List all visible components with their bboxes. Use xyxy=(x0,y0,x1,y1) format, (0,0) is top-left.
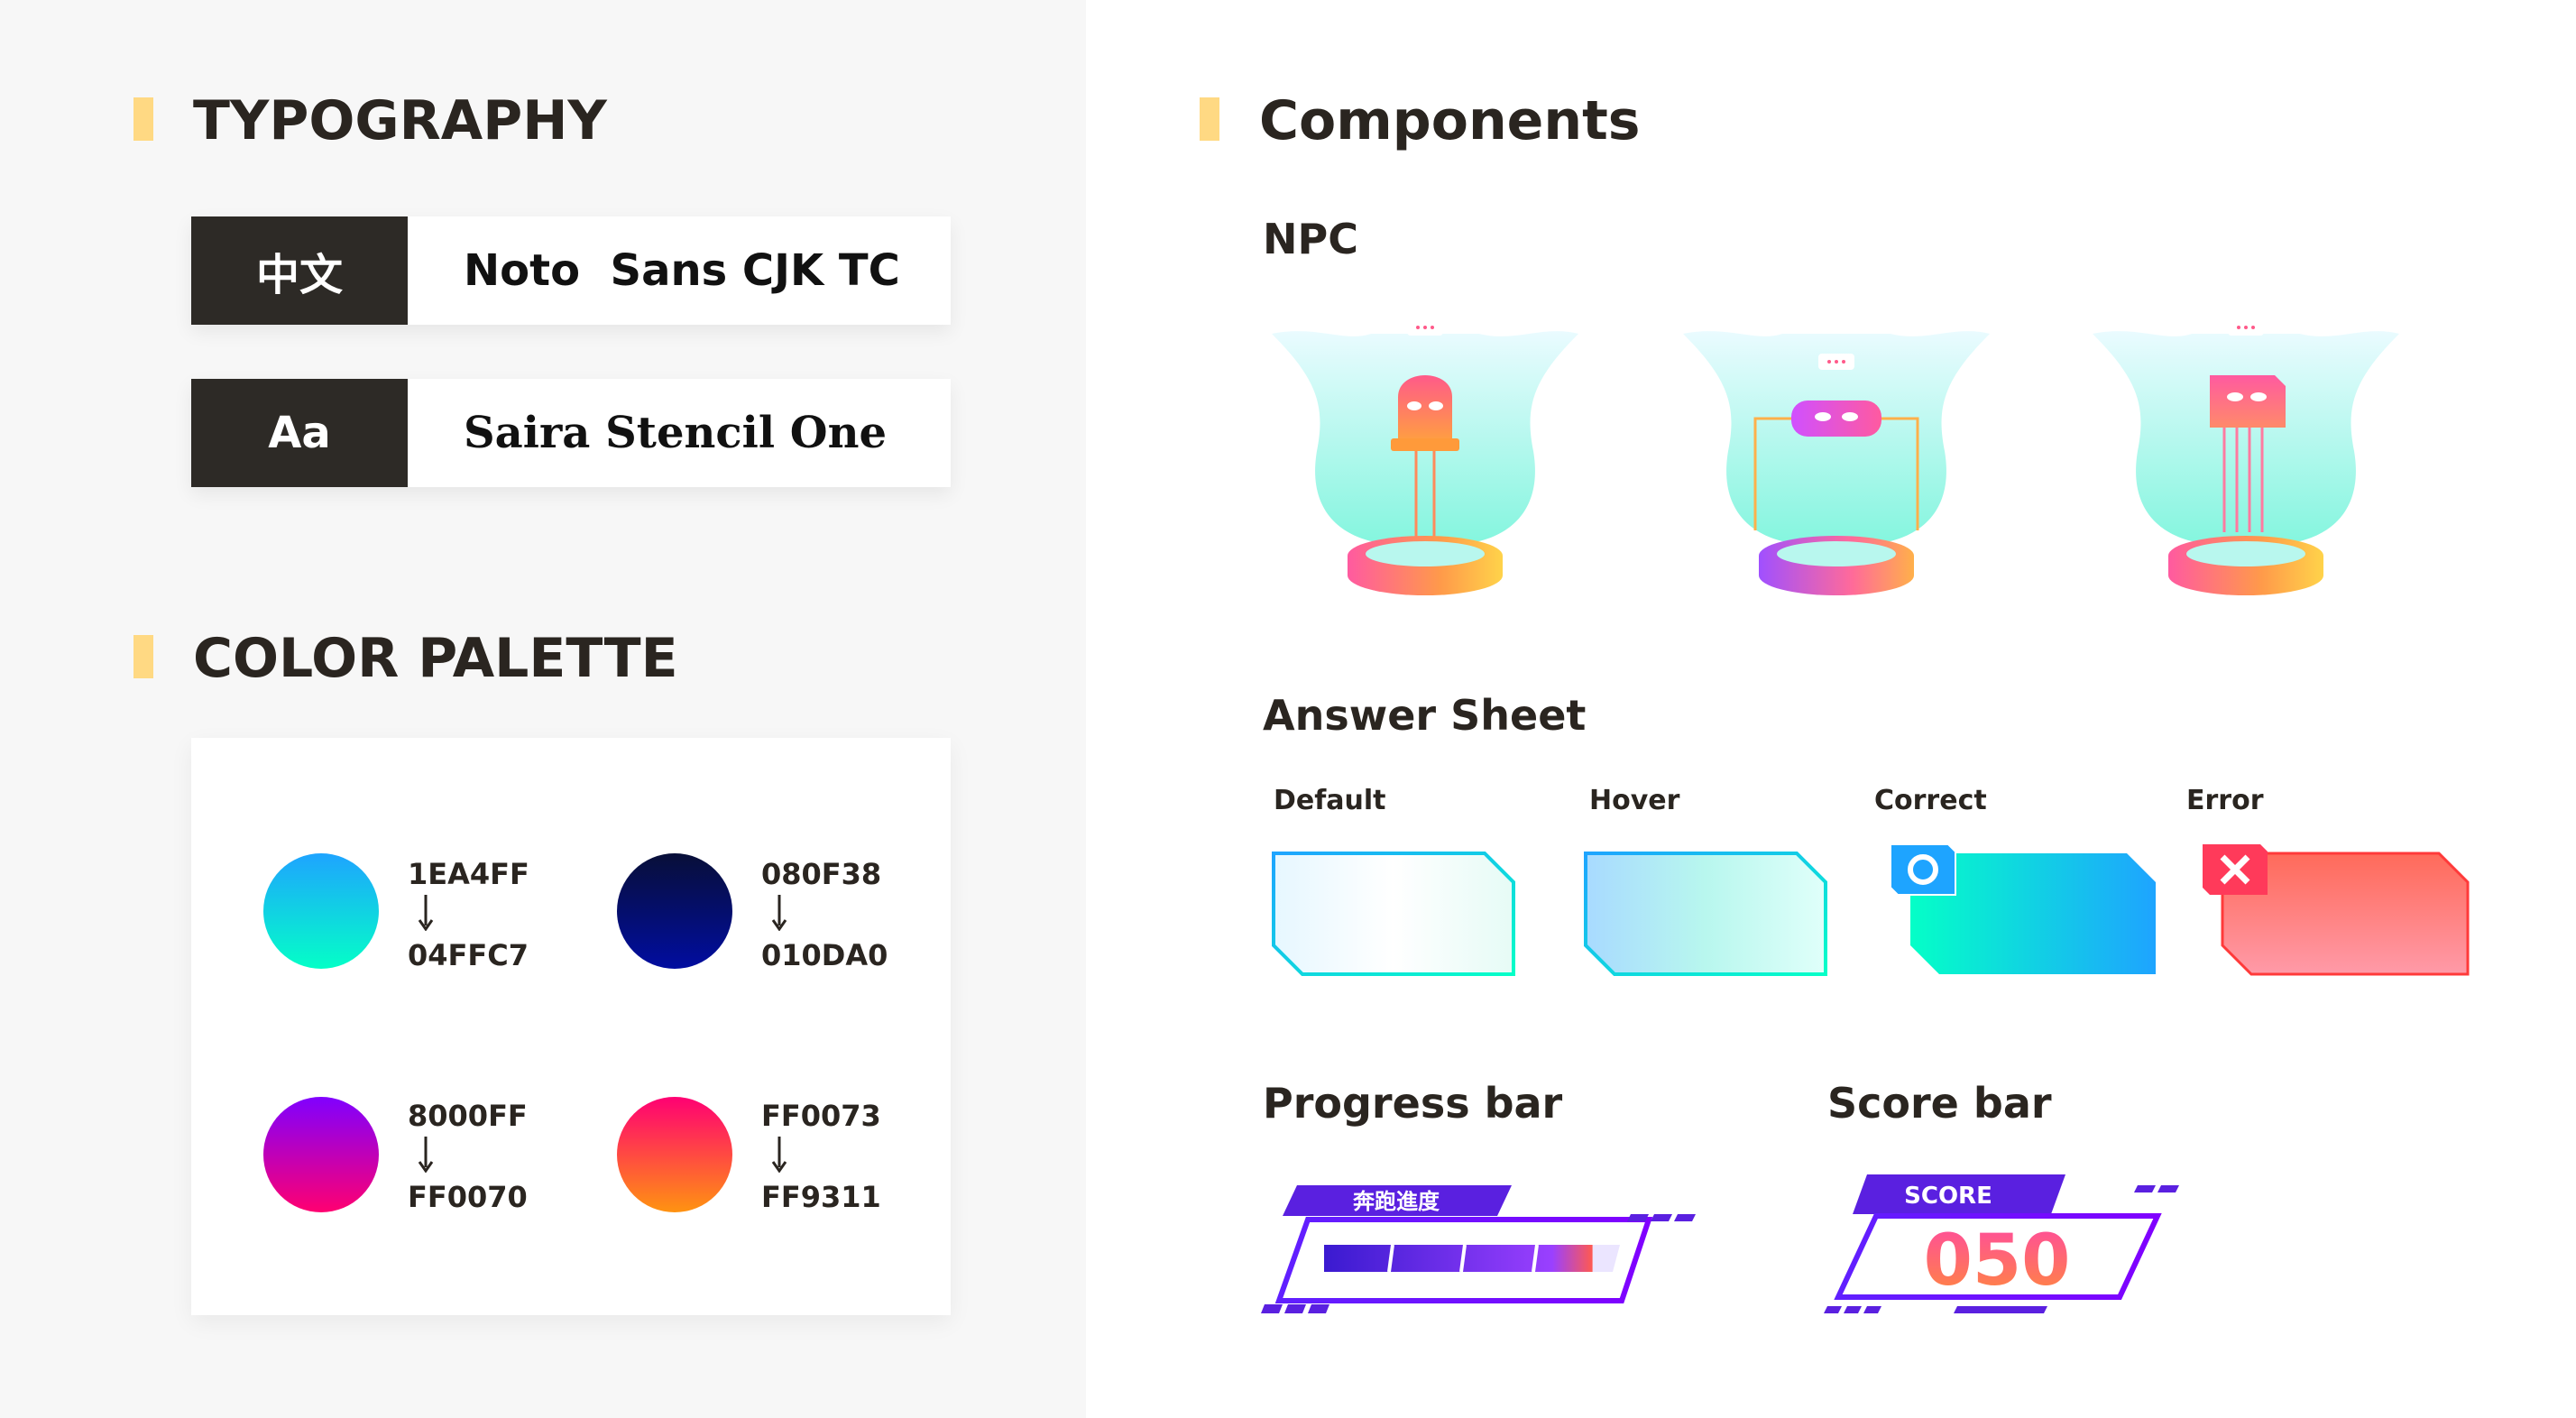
arrow-down-icon xyxy=(418,895,434,931)
font-name: Saira Stencil One xyxy=(464,408,888,458)
arrow-down-icon xyxy=(771,1137,787,1173)
color-swatch xyxy=(263,853,379,969)
palette-card: 1EA4FF 04FFC7 080F38 010DA0 8000FF FF007… xyxy=(191,738,951,1315)
answer-option-default[interactable] xyxy=(1268,848,1521,983)
arrow-down-icon xyxy=(771,895,787,931)
answer-option-hover[interactable] xyxy=(1580,848,1833,983)
color-to: 010DA0 xyxy=(761,938,888,972)
font-tag: 中文 xyxy=(191,216,408,325)
score-value: 050 xyxy=(1924,1220,2071,1302)
state-label-error: Error xyxy=(2186,785,2264,816)
progress-bar: 奔跑進度 xyxy=(1261,1185,1696,1313)
color-swatch xyxy=(263,1097,379,1212)
score-bar: SCORE 050 xyxy=(1824,1174,2179,1313)
color-to: FF0070 xyxy=(408,1180,528,1214)
font-tag: Aa xyxy=(191,379,408,487)
chip-robot-icon xyxy=(2093,319,2399,595)
state-label-correct: Correct xyxy=(1874,785,1987,816)
resistor-robot-icon xyxy=(1683,331,1990,595)
section-accent-bar xyxy=(133,97,153,141)
answer-sheet-title: Answer Sheet xyxy=(1263,691,1587,740)
state-label-default: Default xyxy=(1274,785,1386,816)
color-swatch xyxy=(617,1097,732,1212)
npc-title: NPC xyxy=(1263,215,1358,263)
score-bar-title: Score bar xyxy=(1827,1079,2052,1128)
typography-title: TYPOGRAPHY xyxy=(193,89,607,152)
cross-icon xyxy=(2203,844,2268,895)
arrow-down-icon xyxy=(418,1137,434,1173)
section-accent-bar xyxy=(1200,97,1219,141)
font-card-cjk: 中文 Noto Sans CJK TC xyxy=(191,216,951,325)
led-robot-icon xyxy=(1272,319,1578,595)
font-name: Noto Sans CJK TC xyxy=(464,245,900,296)
answer-option-error[interactable] xyxy=(2199,839,2470,983)
font-card-latin: Aa Saira Stencil One xyxy=(191,379,951,487)
color-swatch xyxy=(617,853,732,969)
color-from: FF0073 xyxy=(761,1099,881,1133)
color-from: 1EA4FF xyxy=(408,857,529,891)
components-title: Components xyxy=(1259,89,1641,152)
answer-option-correct[interactable] xyxy=(1887,839,2157,983)
color-to: 04FFC7 xyxy=(408,938,529,972)
state-label-hover: Hover xyxy=(1589,785,1680,816)
palette-title: COLOR PALETTE xyxy=(193,627,678,690)
progress-fill xyxy=(1324,1245,1593,1272)
progress-bar-title: Progress bar xyxy=(1263,1079,1563,1128)
score-label: SCORE xyxy=(1904,1183,1992,1210)
color-from: 8000FF xyxy=(408,1099,528,1133)
color-from: 080F38 xyxy=(761,857,882,891)
circle-icon xyxy=(1890,843,1956,896)
progress-label: 奔跑進度 xyxy=(1353,1189,1440,1214)
color-to: FF9311 xyxy=(761,1180,881,1214)
section-accent-bar xyxy=(133,635,153,678)
